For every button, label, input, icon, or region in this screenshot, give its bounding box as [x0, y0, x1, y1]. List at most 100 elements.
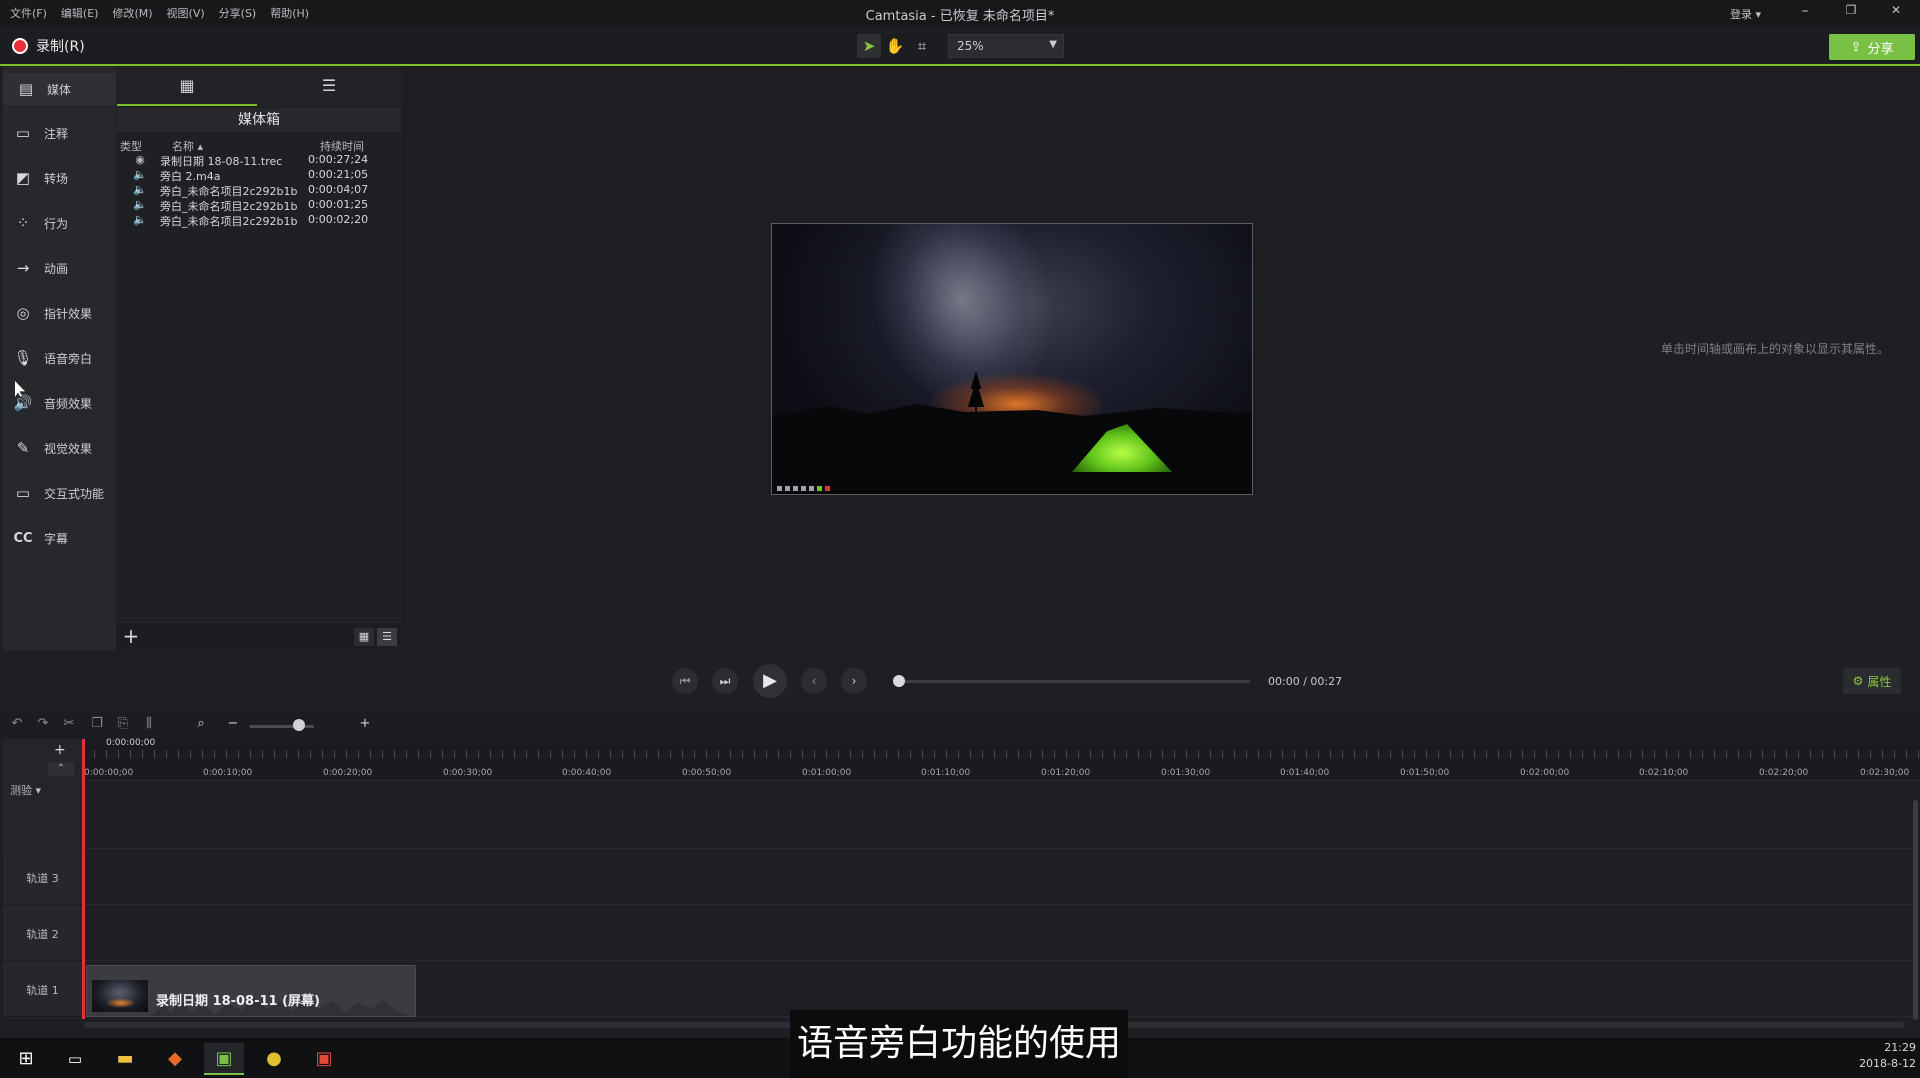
time-separator: / [1303, 675, 1307, 688]
ruler-label: 0:01:40;00 [1280, 768, 1330, 778]
rail-item-behaviors[interactable]: ⁘ 行为 [12, 208, 122, 238]
bin-title: 媒体箱 [117, 108, 401, 132]
rail-item-visual-effects[interactable]: ✎ 视觉效果 [12, 433, 122, 463]
rail-item-animations[interactable]: → 动画 [12, 253, 122, 283]
rail-item-interactivity[interactable]: ▭ 交互式功能 [12, 478, 122, 508]
column-name[interactable]: 名称 ▴ [172, 138, 320, 153]
login-button[interactable]: 登录 ▾ [1730, 6, 1761, 22]
share-button[interactable]: ⇪ 分享 [1829, 34, 1915, 60]
bin-row[interactable]: ◉ 录制日期 18-08-11.trec 0:00:27;24 [120, 153, 400, 168]
rail-item-captions[interactable]: CC 字幕 [12, 523, 122, 553]
recorder-icon[interactable]: ▣ [304, 1043, 344, 1075]
playhead[interactable] [82, 739, 85, 1019]
vertical-scrollbar[interactable] [1913, 800, 1918, 1020]
restore-button[interactable]: ❐ [1836, 3, 1866, 23]
rail-item-audio-effects[interactable]: 🔊 音频效果 [12, 388, 122, 418]
app-icon[interactable]: ◆ [155, 1043, 195, 1075]
list-view-icon[interactable]: ☰ [377, 628, 397, 646]
clock-time: 21:29 [1884, 1041, 1916, 1054]
canvas-preview-image[interactable] [771, 223, 1253, 495]
track-header-2[interactable]: 轨道 2 [3, 907, 82, 961]
camtasia-icon[interactable]: ▣ [204, 1043, 244, 1075]
select-tool-icon[interactable]: ➤ [857, 34, 881, 58]
play-icon[interactable]: ▶ [753, 664, 787, 698]
track-lane-3[interactable] [84, 851, 1914, 905]
crop-tool-icon[interactable]: ⌗ [910, 34, 934, 58]
minimize-button[interactable]: – [1790, 3, 1820, 23]
timeline-zoom-handle[interactable] [293, 719, 305, 731]
ruler-label: 0:02:00;00 [1520, 768, 1570, 778]
column-duration[interactable]: 持续时间 [320, 138, 390, 153]
rail-item-voice-narration[interactable]: 🎙 语音旁白 [12, 343, 122, 373]
bin-item-name: 旁白 2.m4a [160, 170, 221, 183]
media-icon: ▤ [18, 80, 34, 98]
paste-icon[interactable]: ⎘ [114, 716, 132, 734]
search-icon[interactable]: ⌕ [192, 716, 210, 734]
rail-item-cursor-effects[interactable]: ◎ 指针效果 [12, 298, 122, 328]
frame-forward-icon[interactable]: ⏭ [712, 668, 738, 694]
rail-label: 字幕 [44, 531, 69, 546]
bin-item-duration: 0:00:02;20 [308, 213, 369, 226]
annotation-icon: ▭ [15, 124, 31, 142]
rail-item-media[interactable]: ▤ 媒体 [3, 73, 116, 105]
bin-row[interactable]: 🔈 旁白 2.m4a 0:00:21;05 [120, 168, 400, 183]
measure-dropdown[interactable]: 测验 ▾ [10, 782, 41, 798]
ruler-label: 0:00:40;00 [562, 768, 612, 778]
zoom-in-icon[interactable]: + [356, 716, 374, 734]
bin-row[interactable]: 🔈 旁白_未命名项目2c292b1b 0:00:01;25 [120, 198, 400, 213]
properties-button[interactable]: ⚙ 属性 [1843, 668, 1901, 694]
total-time: 00:27 [1310, 675, 1343, 688]
system-clock[interactable]: 21:29 2018-8-12 [1840, 1040, 1916, 1072]
track-lane-empty[interactable] [84, 795, 1914, 849]
cut-icon[interactable]: ✂ [60, 716, 78, 734]
bin-row[interactable]: 🔈 旁白_未命名项目2c292b1b 0:00:02;20 [120, 213, 400, 228]
windows-start-icon[interactable]: ⊞ [6, 1043, 46, 1075]
speaker-icon: 🔈 [133, 198, 147, 211]
properties-label: 属性 [1867, 674, 1892, 689]
tab-media-bin[interactable]: ▦ [117, 66, 257, 106]
copy-icon[interactable]: ❐ [88, 716, 106, 734]
rail-item-annotations[interactable]: ▭ 注释 [12, 118, 122, 148]
bin-item-duration: 0:00:27;24 [308, 153, 369, 166]
track-header-3[interactable]: 轨道 3 [3, 851, 82, 905]
record-button[interactable]: 录制(R) [12, 36, 85, 56]
bin-row[interactable]: 🔈 旁白_未命名项目2c292b1b 0:00:04;07 [120, 183, 400, 198]
rail-item-transitions[interactable]: ◩ 转场 [12, 163, 122, 193]
ruler-label: 0:01:50;00 [1400, 768, 1450, 778]
undo-icon[interactable]: ↶ [8, 716, 26, 734]
task-view-icon[interactable]: ▭ [55, 1043, 95, 1075]
ruler-label: 0:01:30;00 [1161, 768, 1211, 778]
track-lane-2[interactable] [84, 907, 1914, 961]
chevron-down-icon: ▼ [1049, 39, 1057, 50]
pan-tool-icon[interactable]: ✋ [883, 34, 907, 58]
scrub-handle[interactable] [893, 675, 905, 687]
track-header-1[interactable]: 轨道 1 [3, 963, 82, 1017]
zoom-select[interactable]: 25% ▼ [948, 34, 1064, 58]
gear-icon: ⚙ [1852, 674, 1864, 688]
rail-label: 语音旁白 [44, 351, 93, 366]
scrub-track[interactable] [898, 680, 1250, 683]
previous-icon[interactable]: ‹ [801, 668, 827, 694]
collapse-icon[interactable]: ⌃ [48, 762, 74, 776]
chrome-icon[interactable]: ● [254, 1043, 294, 1075]
playhead-time: 0:00:00;00 [106, 738, 156, 748]
video-subtitle: 语音旁白功能的使用 [790, 1010, 1128, 1078]
ruler-label: 0:00:00;00 [84, 768, 134, 778]
column-type[interactable]: 类型 [120, 138, 172, 153]
add-track-button[interactable]: + [54, 742, 66, 758]
step-back-icon[interactable]: ⏮ [672, 668, 698, 694]
add-media-button[interactable]: + [120, 625, 142, 647]
grid-view-icon[interactable]: ▦ [354, 628, 374, 646]
close-button[interactable]: ✕ [1881, 3, 1911, 23]
split-icon[interactable]: ⫼ [140, 716, 158, 734]
microphone-icon: 🎙 [13, 349, 33, 367]
zoom-out-icon[interactable]: − [224, 716, 242, 734]
time-display: 00:00 / 00:27 [1268, 675, 1342, 688]
window-title: Camtasia - 已恢复 未命名项目* [865, 9, 1055, 24]
next-icon[interactable]: › [841, 668, 867, 694]
rail-label: 音频效果 [44, 396, 93, 411]
file-explorer-icon[interactable]: ▬ [105, 1043, 145, 1075]
redo-icon[interactable]: ↷ [34, 716, 52, 734]
tab-library[interactable]: ☰ [259, 66, 399, 106]
ruler-label: 0:00:20;00 [323, 768, 373, 778]
